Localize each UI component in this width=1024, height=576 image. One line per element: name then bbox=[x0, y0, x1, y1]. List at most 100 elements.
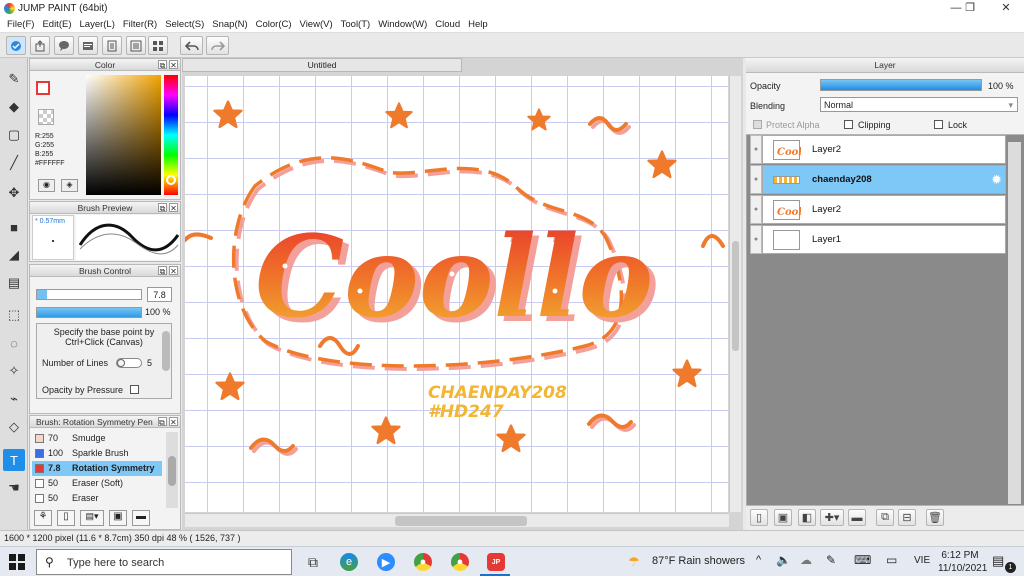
protect-alpha-checkbox[interactable] bbox=[753, 120, 762, 129]
weather-text[interactable]: 87°F Rain showers bbox=[652, 555, 745, 567]
move-icon[interactable]: ✥ bbox=[3, 182, 25, 204]
windows-start-icon[interactable] bbox=[8, 553, 26, 571]
line-icon[interactable]: ╱ bbox=[3, 152, 25, 174]
add-brush-icon[interactable]: ⚘ bbox=[34, 510, 52, 526]
foreground-color-swatch[interactable] bbox=[36, 81, 50, 95]
brush-list-item[interactable]: 70 Smudge bbox=[32, 431, 162, 446]
restore-icon[interactable]: ❐ bbox=[952, 0, 988, 17]
brush-folder-icon[interactable]: ▬ bbox=[132, 510, 150, 526]
pressure-checkbox[interactable] bbox=[130, 385, 139, 394]
notification-icon[interactable]: ▤ bbox=[992, 553, 1004, 569]
grid-icon[interactable] bbox=[148, 36, 168, 55]
layer-visibility-icon[interactable]: ● bbox=[750, 195, 762, 224]
merge-layer-icon[interactable]: ⊟ bbox=[898, 509, 916, 526]
hue-slider[interactable] bbox=[164, 75, 178, 195]
layer-mask-icon[interactable]: ◧ bbox=[798, 509, 816, 526]
task-view-icon[interactable]: ⧉ bbox=[304, 553, 322, 571]
brush-list-item[interactable]: 7.8 Rotation Symmetry bbox=[32, 461, 162, 476]
layer-visibility-icon[interactable]: ● bbox=[750, 135, 762, 164]
menu-color[interactable]: Color(C) bbox=[255, 19, 293, 30]
duplicate-layer-icon[interactable]: ⧉ bbox=[876, 509, 894, 526]
lines-slider[interactable] bbox=[116, 358, 142, 368]
layer-visibility-icon[interactable]: ● bbox=[750, 225, 762, 254]
clipping-checkbox[interactable] bbox=[844, 120, 853, 129]
menu-help[interactable]: Help bbox=[467, 19, 489, 30]
text-tool-icon[interactable]: T bbox=[3, 449, 25, 471]
select-eraser-icon[interactable]: ◇ bbox=[3, 416, 25, 438]
canvas-vertical-scroll-thumb[interactable] bbox=[732, 241, 739, 351]
canvas-tab[interactable]: Untitled bbox=[182, 58, 462, 72]
marquee-icon[interactable]: ⬚ bbox=[3, 304, 25, 326]
menu-view[interactable]: View(V) bbox=[299, 19, 334, 30]
bucket-icon[interactable]: ◢ bbox=[3, 244, 25, 266]
pen-icon[interactable]: ✎ bbox=[3, 68, 25, 90]
layer-row-selected[interactable]: chaenday208 ✹ bbox=[762, 165, 1006, 194]
eraser-icon[interactable]: ◆ bbox=[3, 96, 25, 118]
pen-tray-icon[interactable]: ✎ bbox=[826, 553, 836, 567]
fill-rect-icon[interactable]: ■ bbox=[3, 216, 25, 238]
brush-menu-icon[interactable]: ▤▾ bbox=[80, 510, 104, 526]
brush-settings-icon[interactable]: ▣ bbox=[109, 510, 127, 526]
brush-list-item[interactable]: 50 Eraser (Soft) bbox=[32, 476, 162, 491]
brush-list-item[interactable]: 50 Eraser bbox=[32, 491, 162, 506]
color-history-icon[interactable]: ◈ bbox=[61, 179, 78, 192]
layer-visibility-icon[interactable]: ● bbox=[750, 165, 762, 194]
layer-row[interactable]: Coollo Layer2 bbox=[762, 135, 1006, 164]
jump-paint-icon[interactable]: JP bbox=[487, 553, 505, 571]
layer-opacity-slider[interactable] bbox=[820, 79, 982, 91]
taskbar-clock[interactable]: 6:12 PM 11/10/2021 bbox=[938, 549, 987, 575]
lock-checkbox[interactable] bbox=[934, 120, 943, 129]
input-language[interactable]: VIE bbox=[914, 555, 930, 566]
display-icon[interactable]: ▭ bbox=[886, 553, 897, 567]
color-picker-icon[interactable]: ◉ bbox=[38, 179, 55, 192]
blending-select[interactable]: Normal ▾ bbox=[820, 97, 1018, 112]
rect-select-icon[interactable]: ▢ bbox=[3, 124, 25, 146]
panel-icon[interactable] bbox=[78, 36, 98, 55]
panel-float-icon[interactable]: ⧉ bbox=[158, 417, 167, 427]
undo-icon[interactable] bbox=[180, 36, 203, 55]
lasso-icon[interactable]: ◌ bbox=[3, 332, 25, 354]
new-layer-icon[interactable]: ▯ bbox=[750, 509, 768, 526]
lines-slider-handle[interactable] bbox=[117, 359, 125, 367]
chrome-icon[interactable]: ● bbox=[414, 553, 432, 571]
list-icon[interactable] bbox=[126, 36, 146, 55]
drawing-canvas[interactable]: Coollo Coollo CHAENDAY208 #HD247 bbox=[185, 76, 728, 512]
close-icon[interactable]: ✕ bbox=[988, 0, 1024, 17]
saturation-value-picker[interactable] bbox=[86, 75, 161, 195]
comment-icon[interactable] bbox=[54, 36, 74, 55]
panel-float-icon[interactable]: ⧉ bbox=[158, 60, 167, 70]
gear-icon[interactable]: ✹ bbox=[991, 172, 1002, 188]
menu-layer[interactable]: Layer(L) bbox=[79, 19, 116, 30]
brush-options-scrollbar[interactable] bbox=[162, 331, 170, 371]
brush-list-item[interactable]: 100 Sparkle Brush bbox=[32, 446, 162, 461]
canvas-horizontal-scroll-thumb[interactable] bbox=[395, 516, 527, 526]
panel-close-icon[interactable]: ✕ bbox=[169, 60, 178, 70]
copy-layer-icon[interactable]: ▣ bbox=[774, 509, 792, 526]
panel-close-icon[interactable]: ✕ bbox=[169, 203, 178, 213]
brush-size-slider[interactable] bbox=[36, 289, 142, 300]
hue-slider-handle[interactable] bbox=[166, 175, 176, 185]
delete-layer-icon[interactable]: 🗑 bbox=[926, 509, 944, 526]
keyboard-icon[interactable]: ⌨ bbox=[854, 553, 871, 567]
canvas-vertical-scrollbar[interactable] bbox=[729, 76, 741, 512]
transparent-swatch[interactable] bbox=[38, 109, 54, 125]
page-icon[interactable] bbox=[102, 36, 122, 55]
volume-icon[interactable]: 🔈 bbox=[776, 553, 791, 567]
chrome-icon-2[interactable]: ● bbox=[451, 553, 469, 571]
menu-cloud[interactable]: Cloud bbox=[434, 19, 461, 30]
chevron-up-icon[interactable]: ^ bbox=[756, 554, 761, 566]
layer-list-scrollbar[interactable] bbox=[1008, 142, 1021, 504]
export-icon[interactable] bbox=[30, 36, 50, 55]
new-brush-icon[interactable]: ▯ bbox=[57, 510, 75, 526]
magic-wand-icon[interactable]: ✧ bbox=[3, 360, 25, 382]
brush-size-value[interactable]: 7.8 bbox=[147, 287, 172, 302]
menu-select[interactable]: Select(S) bbox=[164, 19, 205, 30]
panel-close-icon[interactable]: ✕ bbox=[169, 417, 178, 427]
taskbar-search-box[interactable]: ⚲ Type here to search bbox=[36, 549, 292, 575]
brush-list-scrollbar[interactable] bbox=[166, 432, 178, 508]
panel-float-icon[interactable]: ⧉ bbox=[158, 266, 167, 276]
menu-tool[interactable]: Tool(T) bbox=[340, 19, 372, 30]
layer-folder-icon[interactable]: ▬ bbox=[848, 509, 866, 526]
layer-row[interactable]: Coollo Layer2 bbox=[762, 195, 1006, 224]
layer-row[interactable]: Layer1 bbox=[762, 225, 1006, 254]
